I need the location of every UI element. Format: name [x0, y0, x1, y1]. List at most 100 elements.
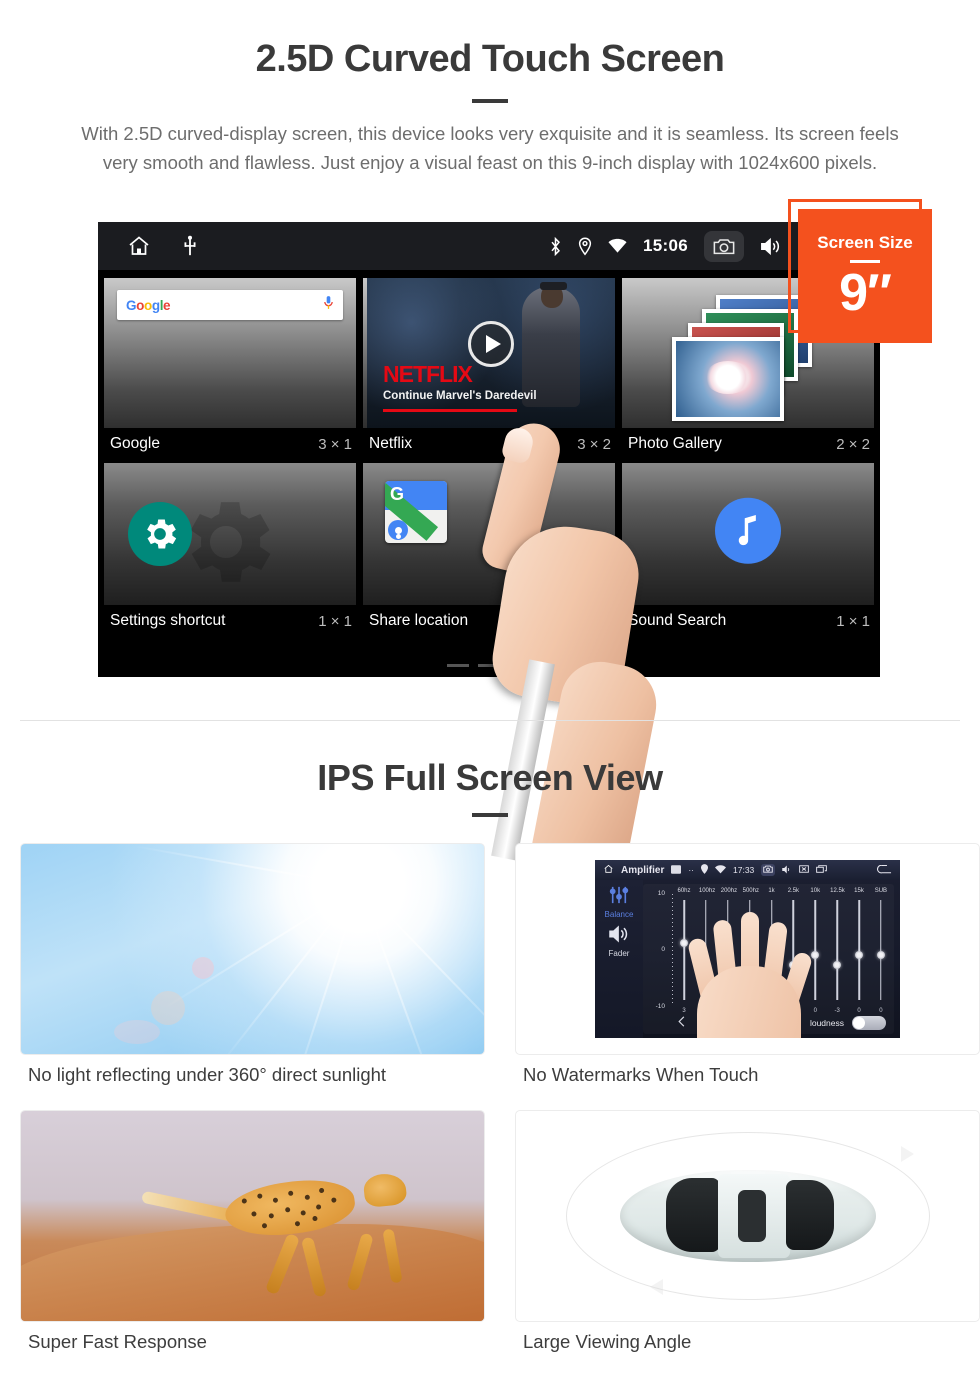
mic-icon[interactable] — [323, 295, 334, 315]
eq-band-label: 200hz — [720, 888, 738, 894]
widget-label-netflix: Netflix 3 × 2 — [363, 428, 615, 463]
location-icon — [578, 237, 592, 256]
netflix-character-hat — [540, 281, 568, 290]
head-unit-screenshot: 15:06 Google Google 3 × 1 NETFLIX Contin… — [98, 222, 880, 900]
netflix-artwork: NETFLIX Continue Marvel's Daredevil — [367, 278, 615, 428]
netflix-logo: NETFLIX — [383, 361, 473, 387]
widget-name: Sound Search — [628, 612, 727, 629]
maps-g-glyph: G — [390, 484, 405, 504]
rotation-arrow-right — [900, 1145, 914, 1162]
home-icon[interactable] — [126, 234, 152, 258]
lens-flare — [150, 991, 185, 1025]
widget-name: Photo Gallery — [628, 435, 722, 452]
maps-person-pin-icon — [388, 520, 408, 540]
play-icon[interactable] — [468, 321, 514, 367]
amplifier-touching-hand — [686, 908, 814, 1038]
windshield — [665, 1177, 720, 1252]
settings-widget-preview — [104, 463, 356, 605]
widget-size: 1 × 1 — [836, 612, 870, 630]
eq-knob[interactable] — [680, 938, 688, 947]
widget-size: 2 × 2 — [836, 435, 870, 453]
volume-icon[interactable] — [782, 865, 792, 876]
car-topview-diagram — [515, 1110, 980, 1322]
recents-icon[interactable] — [816, 865, 828, 875]
widget-cell-netflix[interactable]: NETFLIX Continue Marvel's Daredevil Netf… — [363, 278, 615, 463]
netflix-widget-preview: NETFLIX Continue Marvel's Daredevil — [363, 278, 615, 428]
page-dot-2[interactable] — [478, 664, 500, 667]
tab-fader[interactable]: Fader — [595, 925, 643, 958]
widget-label-photo-gallery: Photo Gallery 2 × 2 — [622, 428, 874, 463]
eq-band-label: SUB — [874, 888, 888, 894]
rear-window — [785, 1179, 834, 1250]
loudness-toggle[interactable] — [852, 1016, 886, 1030]
more-icon[interactable]: ·· — [688, 865, 694, 875]
scale-min: -10 — [655, 1003, 665, 1010]
eq-band-slider[interactable]: SUB 0 — [874, 888, 888, 1014]
widget-cell-sound-search[interactable]: Sound Search 1 × 1 — [622, 463, 874, 640]
section-divider — [20, 720, 960, 721]
back-icon[interactable] — [877, 864, 892, 876]
camera-icon[interactable] — [704, 230, 744, 262]
image-icon[interactable] — [671, 864, 682, 876]
scale-ruler — [672, 894, 673, 1006]
badge-underline — [850, 260, 880, 263]
eq-band-slider[interactable]: 12.5k -3 — [830, 888, 845, 1014]
eq-band-label: 100hz — [698, 888, 716, 894]
eq-track — [683, 900, 685, 1000]
feature-caption: No light reflecting under 360° direct su… — [28, 1064, 387, 1085]
badge-value: 9″ — [839, 264, 892, 322]
amplifier-status-bar: Amplifier ·· 17:33 — [595, 860, 900, 880]
eq-band-label: 10k — [810, 888, 821, 894]
status-bar-clock: 15:06 — [643, 236, 688, 255]
wifi-icon — [608, 238, 627, 254]
wifi-icon — [715, 864, 727, 876]
widget-cell-settings-shortcut[interactable]: Settings shortcut 1 × 1 — [104, 463, 356, 640]
widget-name: Netflix — [369, 435, 413, 452]
sunlight-photo — [20, 843, 485, 1055]
eq-track — [836, 900, 838, 1000]
google-search-bar[interactable]: Google — [117, 290, 343, 320]
scale-max: 10 — [657, 890, 665, 897]
title-underline — [472, 99, 508, 103]
amplifier-side-tabs: Balance Fader — [595, 880, 643, 1038]
netflix-subtitle: Continue Marvel's Daredevil — [383, 390, 537, 402]
page-dot-1[interactable] — [447, 664, 469, 667]
feature-card-cheetah: Super Fast Response — [20, 1110, 485, 1367]
equalizer-scale: 10 0 -10 — [649, 888, 675, 1012]
eq-knob[interactable] — [876, 950, 885, 959]
usb-icon — [182, 235, 198, 257]
bluetooth-icon — [549, 236, 562, 256]
google-widget-preview: Google — [104, 278, 356, 428]
home-icon[interactable] — [603, 864, 614, 876]
widget-cell-google[interactable]: Google Google 3 × 1 — [104, 278, 356, 463]
prev-preset-icon[interactable] — [677, 1014, 689, 1032]
eq-band-slider[interactable]: 15k 0 — [852, 888, 866, 1014]
feature-caption: Large Viewing Angle — [523, 1331, 692, 1352]
widget-name: Share location — [369, 612, 469, 629]
eq-knob[interactable] — [833, 960, 842, 969]
widget-size: 1 × 1 — [577, 612, 611, 630]
eq-knob[interactable] — [855, 950, 863, 959]
feature-card-viewing-angle: Large Viewing Angle — [515, 1110, 980, 1367]
volume-icon[interactable] — [760, 237, 782, 256]
settings-icon-wrap — [128, 502, 192, 566]
amplifier-screenshot: Amplifier ·· 17:33 Balance Fader 10 0 -1… — [515, 843, 980, 1055]
camera-icon[interactable] — [761, 864, 776, 876]
widget-label-settings-shortcut: Settings shortcut 1 × 1 — [104, 605, 356, 640]
product-feature-page: 2.5D Curved Touch Screen With 2.5D curve… — [0, 0, 980, 1394]
widget-row-1: Google Google 3 × 1 NETFLIX Continue Mar… — [104, 278, 874, 463]
widget-size: 1 × 1 — [318, 612, 352, 630]
loudness-label: loudness — [809, 1018, 844, 1028]
badge-title: Screen Size — [817, 233, 913, 252]
google-logo: Google — [126, 297, 171, 313]
widget-cell-share-location[interactable]: G Share location 1 × 1 — [363, 463, 615, 640]
tab-balance[interactable]: Balance — [595, 886, 643, 919]
eq-band-label: 500hz — [742, 888, 759, 894]
sound-search-widget-preview — [622, 463, 874, 605]
mute-icon[interactable] — [799, 865, 810, 875]
cheetah-photo — [20, 1110, 485, 1322]
eq-band-label: 2.5k — [787, 888, 800, 894]
page-dot-3-active[interactable] — [509, 664, 531, 667]
section-description: With 2.5D curved-display screen, this de… — [81, 123, 899, 173]
widget-size: 3 × 1 — [318, 435, 352, 453]
